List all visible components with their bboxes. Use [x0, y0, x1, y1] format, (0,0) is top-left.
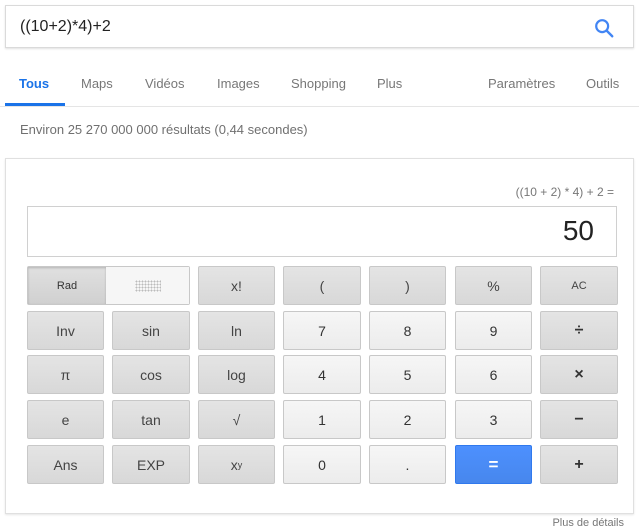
- factorial-button[interactable]: x!: [198, 266, 275, 305]
- ans-button[interactable]: Ans: [27, 445, 104, 484]
- divide-button[interactable]: ÷: [540, 311, 618, 350]
- power-base: x: [230, 456, 238, 473]
- rad-button[interactable]: Rad: [28, 267, 106, 304]
- page: ((10+2)*4)+2 Tous Maps Vidéos Images Sho…: [0, 0, 639, 529]
- log-button[interactable]: log: [198, 355, 275, 394]
- tab-maps[interactable]: Maps: [81, 76, 113, 91]
- digit-6-button[interactable]: 6: [455, 355, 532, 394]
- sin-button[interactable]: sin: [112, 311, 190, 350]
- digit-0-button[interactable]: 0: [283, 445, 361, 484]
- minus-button[interactable]: −: [540, 400, 618, 439]
- digit-5-button[interactable]: 5: [369, 355, 446, 394]
- search-tabs: Tous Maps Vidéos Images Shopping Plus Pa…: [0, 48, 639, 107]
- open-paren-button[interactable]: (: [283, 266, 361, 305]
- tab-shopping[interactable]: Shopping: [291, 76, 346, 91]
- percent-button[interactable]: %: [455, 266, 532, 305]
- euler-button[interactable]: e: [27, 400, 104, 439]
- close-paren-button[interactable]: ): [369, 266, 446, 305]
- cos-button[interactable]: cos: [112, 355, 190, 394]
- digit-4-button[interactable]: 4: [283, 355, 361, 394]
- power-exponent: y: [237, 459, 243, 470]
- multiply-button[interactable]: ×: [540, 355, 618, 394]
- plus-button[interactable]: +: [540, 445, 618, 484]
- digit-7-button[interactable]: 7: [283, 311, 361, 350]
- more-details-link[interactable]: Plus de détails: [552, 517, 624, 529]
- ln-button[interactable]: ln: [198, 311, 275, 350]
- tab-settings[interactable]: Paramètres: [488, 76, 555, 91]
- tab-more[interactable]: Plus: [377, 76, 402, 91]
- tab-all[interactable]: Tous: [19, 76, 49, 91]
- calculator-display: 50: [27, 206, 617, 257]
- calculator-card: ((10 + 2) * 4) + 2 = 50 Rad x! ( ) % AC …: [5, 158, 634, 514]
- pi-button[interactable]: π: [27, 355, 104, 394]
- tab-videos[interactable]: Vidéos: [145, 76, 185, 91]
- inverse-button[interactable]: Inv: [27, 311, 104, 350]
- deg-label-dots: [134, 279, 161, 292]
- digit-3-button[interactable]: 3: [455, 400, 532, 439]
- tab-images[interactable]: Images: [217, 76, 260, 91]
- power-button[interactable]: xy: [198, 445, 275, 484]
- digit-1-button[interactable]: 1: [283, 400, 361, 439]
- calculator-expression: ((10 + 2) * 4) + 2 =: [515, 185, 614, 199]
- search-icon[interactable]: [593, 17, 615, 39]
- digit-8-button[interactable]: 8: [369, 311, 446, 350]
- exp-button[interactable]: EXP: [112, 445, 190, 484]
- digit-2-button[interactable]: 2: [369, 400, 446, 439]
- tan-button[interactable]: tan: [112, 400, 190, 439]
- decimal-button[interactable]: .: [369, 445, 446, 484]
- equals-button[interactable]: =: [455, 445, 532, 484]
- result-stats: Environ 25 270 000 000 résultats (0,44 s…: [20, 122, 308, 137]
- angle-mode-toggle[interactable]: Rad: [27, 266, 190, 305]
- clear-button[interactable]: AC: [540, 266, 618, 305]
- calculator-result: 50: [562, 215, 594, 246]
- deg-button[interactable]: [106, 267, 189, 304]
- search-input[interactable]: ((10+2)*4)+2: [20, 18, 111, 36]
- sqrt-button[interactable]: √: [198, 400, 275, 439]
- digit-9-button[interactable]: 9: [455, 311, 532, 350]
- active-tab-indicator: [5, 103, 65, 106]
- tab-tools[interactable]: Outils: [586, 76, 619, 91]
- search-bar[interactable]: ((10+2)*4)+2: [5, 5, 634, 48]
